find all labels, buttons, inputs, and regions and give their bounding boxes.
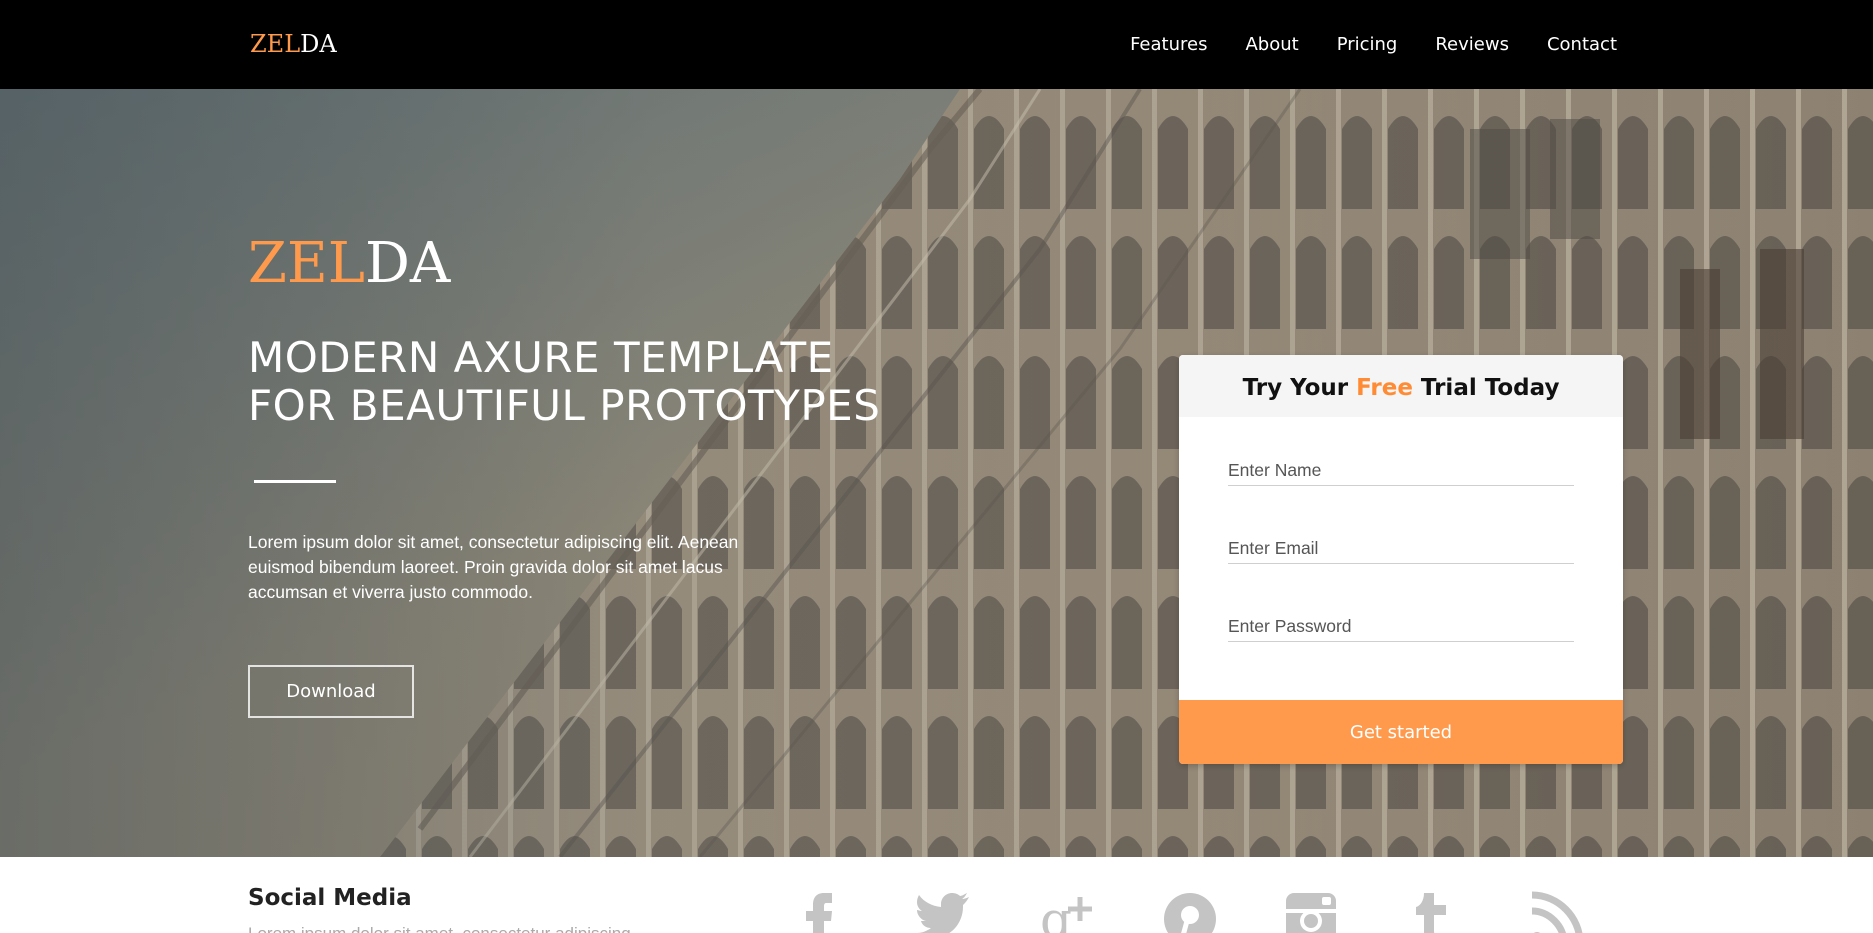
top-navbar: ZELDA Features About Pricing Reviews Con… (0, 0, 1873, 89)
hero-section: ZELDA MODERN AXURE TEMPLATE FOR BEAUTIFU… (0, 89, 1873, 857)
hero-lead-text: Lorem ipsum dolor sit amet, consectetur … (248, 532, 739, 602)
google-plus-icon[interactable]: g (1040, 891, 1100, 933)
hero-headline: MODERN AXURE TEMPLATE FOR BEAUTIFUL PROT… (248, 334, 968, 430)
social-media-title: Social Media (248, 885, 412, 911)
hero-headline-line-2: FOR BEAUTIFUL PROTOTYPES (248, 381, 881, 430)
navbar-logo-rest: DA (300, 30, 337, 58)
hero-headline-line-1: MODERN AXURE TEMPLATE (248, 333, 834, 382)
trial-title-highlight: Free (1356, 375, 1413, 401)
hero-divider (254, 480, 336, 483)
nav-item-about[interactable]: About (1245, 32, 1298, 58)
navbar-logo-accent: ZEL (250, 30, 301, 58)
navbar-logo[interactable]: ZELDA (250, 28, 337, 60)
rss-icon[interactable] (1528, 891, 1588, 933)
twitter-icon[interactable] (915, 891, 975, 933)
nav-item-features[interactable]: Features (1130, 32, 1207, 58)
password-input[interactable] (1228, 616, 1574, 642)
trial-card-title: Try Your Free Trial Today (1179, 355, 1623, 417)
tumblr-icon[interactable] (1406, 891, 1466, 933)
download-button[interactable]: Download (248, 665, 414, 718)
hero-logo-accent: ZEL (248, 231, 365, 296)
instagram-icon[interactable] (1284, 891, 1344, 933)
hero-logo-rest: DA (364, 231, 451, 296)
trial-title-suffix: Trial Today (1412, 375, 1560, 401)
social-media-section: Social Media Lorem ipsum dolor sit amet,… (0, 857, 1873, 933)
email-input[interactable] (1228, 538, 1574, 564)
facebook-icon[interactable] (800, 891, 860, 933)
social-media-text: Lorem ipsum dolor sit amet, consectetur … (248, 924, 631, 933)
trial-title-prefix: Try Your (1242, 375, 1357, 401)
main-nav: Features About Pricing Reviews Contact (1130, 32, 1617, 58)
trial-signup-card: Try Your Free Trial Today Get started (1179, 355, 1623, 764)
hero-logo: ZELDA (248, 232, 450, 296)
get-started-button[interactable]: Get started (1179, 700, 1623, 764)
name-input[interactable] (1228, 460, 1574, 486)
pinterest-icon[interactable] (1162, 891, 1222, 933)
svg-text:g: g (1040, 891, 1072, 933)
social-icons-row: g (800, 891, 1600, 933)
nav-item-contact[interactable]: Contact (1547, 32, 1617, 58)
nav-item-reviews[interactable]: Reviews (1435, 32, 1509, 58)
nav-item-pricing[interactable]: Pricing (1337, 32, 1398, 58)
